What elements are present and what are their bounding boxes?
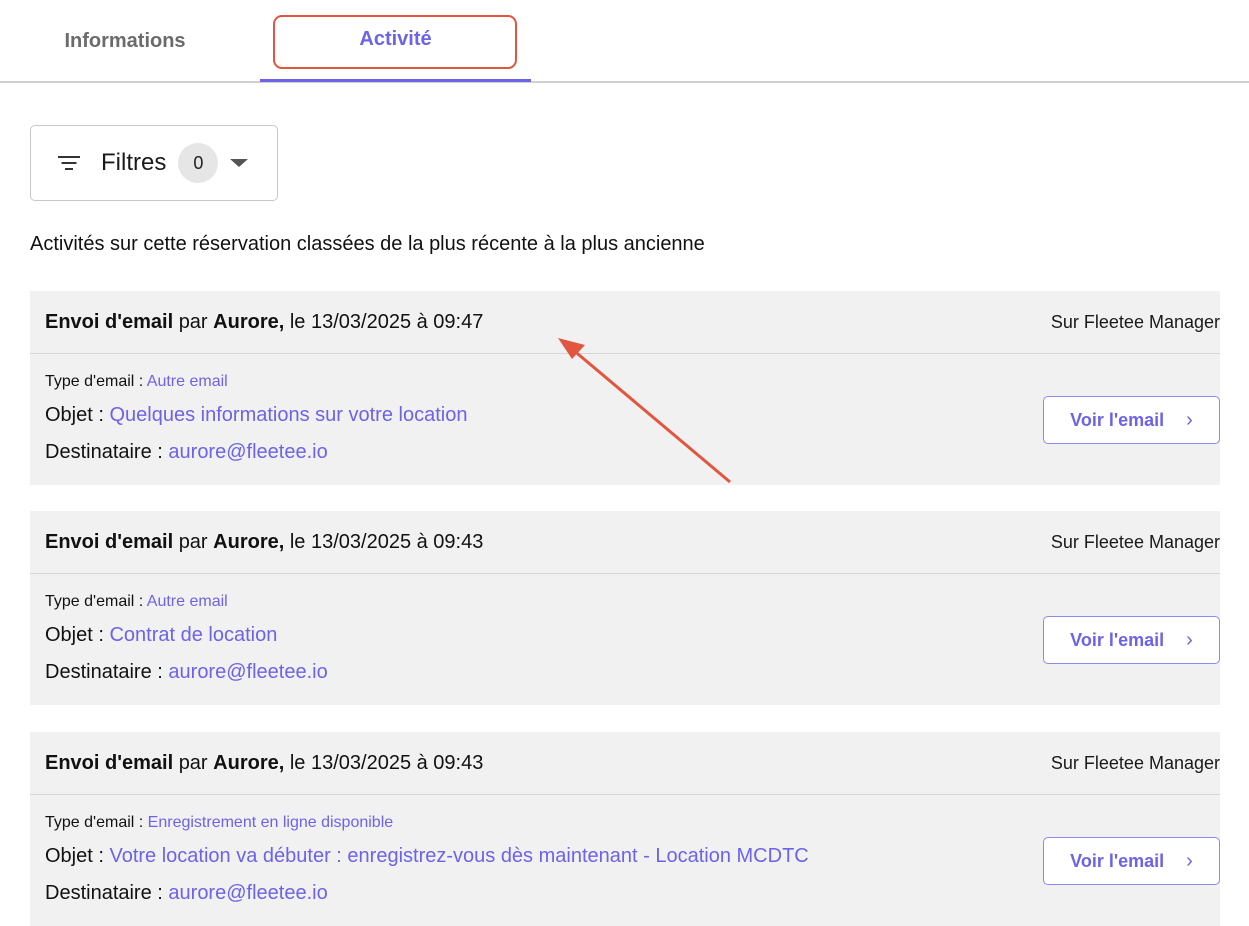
email-recipient-line: Destinataire : aurore@fleetee.io <box>45 882 328 904</box>
activity-source: Sur Fleetee Manager <box>1050 312 1220 332</box>
filters-count-badge: 0 <box>178 143 219 183</box>
email-subject-line: Objet : Contrat de location <box>45 624 278 646</box>
email-subject-value: Votre location va débuter : enregistrez-… <box>109 845 809 867</box>
filters-button[interactable]: Filtres 0 <box>30 125 278 201</box>
email-subject-line: Objet : Votre location va débuter : enre… <box>45 845 809 867</box>
activity-title: Envoi d'email par Aurore, le 13/03/2025 … <box>45 311 484 333</box>
email-subject-value: Quelques informations sur votre location <box>109 404 468 426</box>
email-recipient-link[interactable]: aurore@fleetee.io <box>168 661 327 683</box>
activity-card-body: Type d'email : Autre email Objet : Contr… <box>30 574 1220 704</box>
activity-card-body: Type d'email : Autre email Objet : Quelq… <box>30 354 1220 484</box>
email-recipient-line: Destinataire : aurore@fleetee.io <box>45 441 328 463</box>
view-email-button[interactable]: Voir l'email › <box>1043 837 1220 885</box>
activity-source: Sur Fleetee Manager <box>1050 532 1220 552</box>
activity-title: Envoi d'email par Aurore, le 13/03/2025 … <box>45 531 484 553</box>
email-type-value: Enregistrement en ligne disponible <box>147 814 394 831</box>
chevron-right-icon: › <box>1186 628 1193 651</box>
email-recipient-link[interactable]: aurore@fleetee.io <box>168 882 327 904</box>
activity-card-body: Type d'email : Enregistrement en ligne d… <box>30 795 1220 925</box>
email-recipient-link[interactable]: aurore@fleetee.io <box>168 441 327 463</box>
activity-card-header: Envoi d'email par Aurore, le 13/03/2025 … <box>30 291 1220 354</box>
activity-card: Envoi d'email par Aurore, le 13/03/2025 … <box>30 511 1220 705</box>
filters-label: Filtres <box>101 149 167 176</box>
activity-card-header: Envoi d'email par Aurore, le 13/03/2025 … <box>30 511 1220 574</box>
activity-card-header: Envoi d'email par Aurore, le 13/03/2025 … <box>30 732 1220 795</box>
chevron-right-icon: › <box>1186 849 1193 872</box>
email-type-line: Type d'email : Enregistrement en ligne d… <box>45 814 394 831</box>
email-type-value: Autre email <box>146 593 228 610</box>
tab-activite[interactable]: Activité <box>260 0 531 82</box>
chevron-right-icon: › <box>1186 408 1193 431</box>
email-type-value: Autre email <box>146 373 228 390</box>
tab-informations[interactable]: Informations <box>0 0 250 83</box>
caret-down-icon <box>230 159 249 167</box>
email-type-line: Type d'email : Autre email <box>45 373 228 390</box>
activity-intro-text: Activités sur cette réservation classées… <box>30 233 705 255</box>
activity-card: Envoi d'email par Aurore, le 13/03/2025 … <box>30 732 1220 926</box>
tab-bar: Informations Activité <box>0 0 1249 83</box>
view-email-button[interactable]: Voir l'email › <box>1043 616 1220 664</box>
activity-title: Envoi d'email par Aurore, le 13/03/2025 … <box>45 752 484 774</box>
filter-icon <box>57 154 81 172</box>
email-subject-value: Contrat de location <box>109 624 278 646</box>
email-subject-line: Objet : Quelques informations sur votre … <box>45 404 468 426</box>
email-type-line: Type d'email : Autre email <box>45 593 228 610</box>
activity-card: Envoi d'email par Aurore, le 13/03/2025 … <box>30 291 1220 485</box>
activity-source: Sur Fleetee Manager <box>1050 753 1220 773</box>
view-email-button[interactable]: Voir l'email › <box>1043 396 1220 444</box>
email-recipient-line: Destinataire : aurore@fleetee.io <box>45 661 328 683</box>
